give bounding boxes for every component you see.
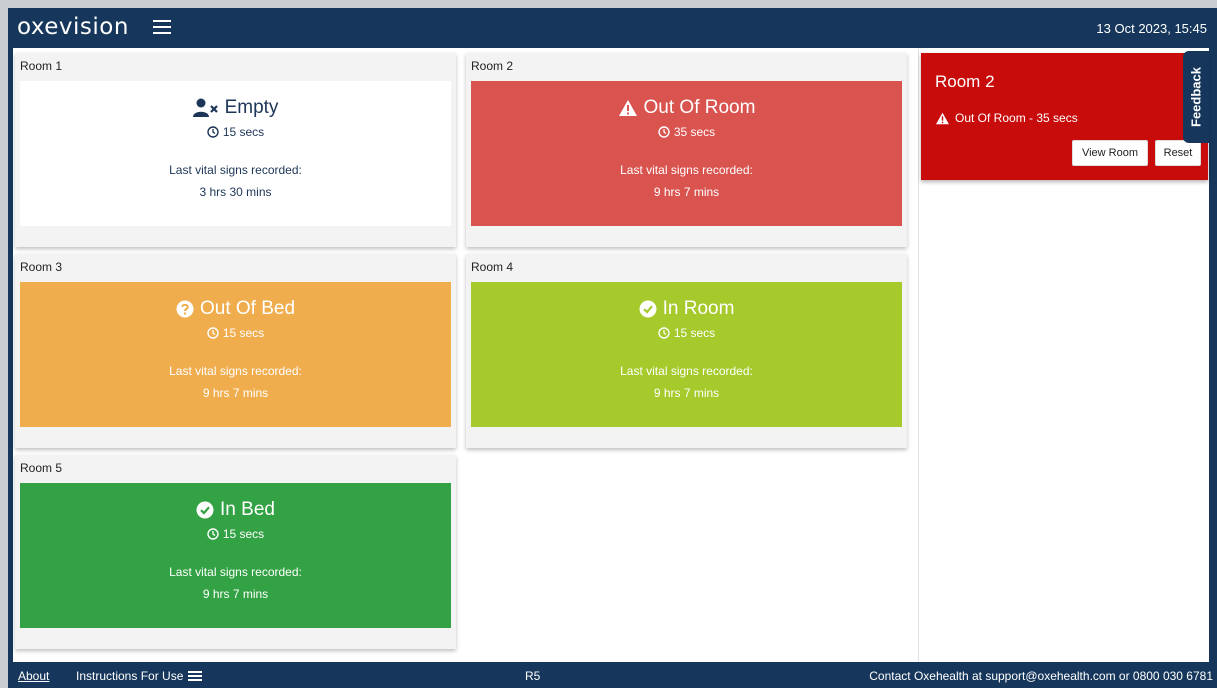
about-link[interactable]: About: [18, 669, 49, 683]
vital-signs-value: 3 hrs 30 mins: [199, 185, 272, 199]
room-card-3[interactable]: Room 3 Out Of Bed 15 secs Last vital sig…: [15, 254, 456, 448]
clock-icon: [658, 126, 670, 138]
vital-signs-value: 9 hrs 7 mins: [653, 386, 720, 400]
alert-message: Out Of Room - 35 secs: [935, 111, 1078, 125]
oxevision-logo: oxevision: [17, 14, 129, 40]
clock-icon: [207, 327, 219, 339]
instructions-for-use-link[interactable]: Instructions For Use: [76, 669, 203, 683]
room-card-4[interactable]: Room 4 In Room 15 secs Last vital signs …: [466, 254, 907, 448]
clock-icon: [658, 327, 670, 339]
instructions-label: Instructions For Use: [76, 669, 184, 683]
room-title: Room 2: [471, 59, 514, 73]
alert-card: Room 2 Out Of Room - 35 secs View Room R…: [921, 53, 1208, 180]
hamburger-menu-icon[interactable]: [153, 20, 171, 34]
room-status-panel[interactable]: Out Of Bed 15 secs Last vital signs reco…: [20, 282, 451, 427]
vital-signs-label: Last vital signs recorded:: [169, 364, 302, 378]
room-status-panel[interactable]: In Bed 15 secs Last vital signs recorded…: [20, 483, 451, 628]
menu-icon: [188, 671, 203, 681]
room-title: Room 3: [20, 260, 63, 274]
room-status: Out Of Bed: [199, 298, 296, 319]
status-timer: 15 secs: [222, 527, 265, 541]
feedback-label: Feedback: [1188, 67, 1204, 127]
view-room-button[interactable]: View Room: [1072, 140, 1148, 166]
main-content: Room 1 Empty 15 secs Last vital signs re…: [13, 48, 1209, 662]
status-timer: 15 secs: [222, 125, 265, 139]
user-times-icon: [192, 98, 219, 118]
room-status: In Room: [662, 298, 735, 319]
feedback-tab[interactable]: Feedback: [1183, 51, 1209, 143]
vital-signs-label: Last vital signs recorded:: [620, 364, 753, 378]
warning-icon: [935, 112, 950, 125]
vital-signs-label: Last vital signs recorded:: [169, 163, 302, 177]
room-card-1[interactable]: Room 1 Empty 15 secs Last vital signs re…: [15, 53, 456, 247]
contact-info: Contact Oxehealth at support@oxehealth.c…: [869, 669, 1213, 683]
room-title: Room 4: [471, 260, 514, 274]
status-timer: 15 secs: [673, 326, 716, 340]
check-circle-icon: [196, 501, 214, 519]
room-card-2[interactable]: Room 2 Out Of Room 35 secs Last vital si…: [466, 53, 907, 247]
room-card-5[interactable]: Room 5 In Bed 15 secs Last vital signs r…: [15, 455, 456, 649]
reset-button[interactable]: Reset: [1155, 140, 1201, 166]
question-circle-icon: [176, 300, 194, 318]
vital-signs-value: 9 hrs 7 mins: [202, 587, 269, 601]
alert-room-title: Room 2: [935, 72, 995, 91]
room-title: Room 1: [20, 59, 63, 73]
status-timer: 35 secs: [673, 125, 716, 139]
room-status-panel[interactable]: Empty 15 secs Last vital signs recorded:…: [20, 81, 451, 226]
vital-signs-value: 9 hrs 7 mins: [653, 185, 720, 199]
panel-divider: [918, 48, 919, 662]
app-frame: oxevision 13 Oct 2023, 15:45 Room 1 Empt…: [8, 8, 1217, 688]
room-status: In Bed: [220, 499, 275, 520]
top-bar: oxevision 13 Oct 2023, 15:45: [8, 8, 1217, 48]
vital-signs-label: Last vital signs recorded:: [620, 163, 753, 177]
footer-bar: About Instructions For Use R5 Contact Ox…: [8, 662, 1217, 688]
clock-icon: [207, 126, 219, 138]
alert-message-text: Out Of Room - 35 secs: [955, 111, 1078, 125]
vital-signs-label: Last vital signs recorded:: [169, 565, 302, 579]
room-title: Room 5: [20, 461, 63, 475]
warning-icon: [618, 99, 638, 117]
status-timer: 15 secs: [222, 326, 265, 340]
room-status: Out Of Room: [643, 97, 756, 118]
clock-icon: [207, 528, 219, 540]
current-datetime: 13 Oct 2023, 15:45: [1096, 21, 1207, 36]
room-status-panel[interactable]: Out Of Room 35 secs Last vital signs rec…: [471, 81, 902, 226]
version-ref: R5: [525, 669, 541, 683]
room-status-panel[interactable]: In Room 15 secs Last vital signs recorde…: [471, 282, 902, 427]
check-circle-icon: [639, 300, 657, 318]
vital-signs-value: 9 hrs 7 mins: [202, 386, 269, 400]
room-status: Empty: [224, 97, 279, 118]
